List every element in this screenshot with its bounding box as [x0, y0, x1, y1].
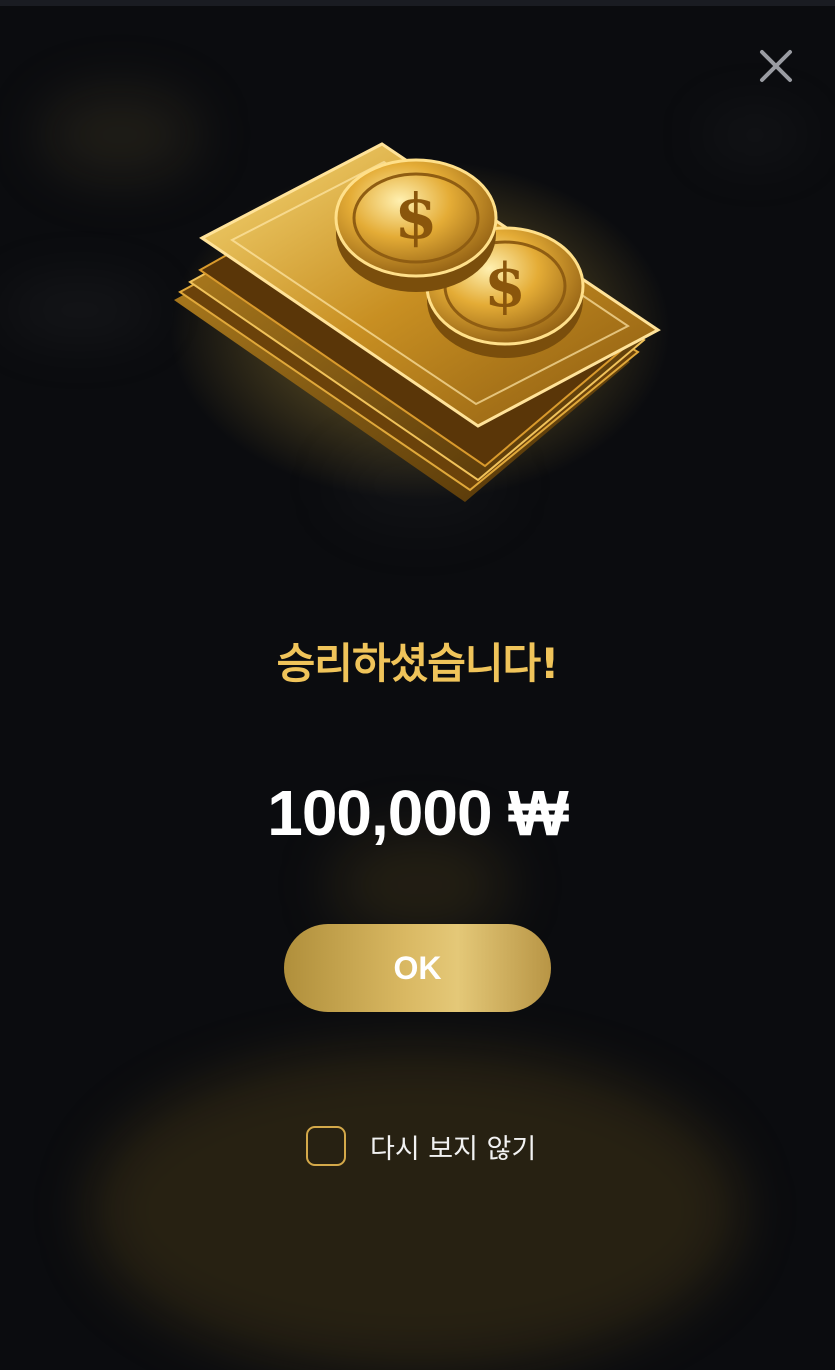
background-blur [90, 1050, 740, 1370]
win-amount: 100,000 ₩ [267, 777, 569, 849]
ok-button[interactable]: OK [284, 924, 551, 1012]
status-strip [0, 0, 835, 6]
ok-button-label: OK [393, 949, 442, 986]
win-title: 승리하셨습니다! [276, 639, 560, 688]
coin-symbol: $ [394, 180, 437, 253]
dont-show-again-checkbox[interactable] [306, 1126, 346, 1166]
coin-symbol: $ [484, 251, 526, 321]
gold-money-stack-icon: $ $ [160, 130, 680, 520]
background-blur [700, 110, 810, 160]
close-icon [760, 50, 792, 82]
dont-show-again-toggle[interactable]: 다시 보지 않기 [306, 1123, 536, 1169]
dont-show-again-label: 다시 보지 않기 [370, 1133, 537, 1165]
close-button[interactable] [754, 44, 798, 88]
background-blur [0, 280, 160, 340]
